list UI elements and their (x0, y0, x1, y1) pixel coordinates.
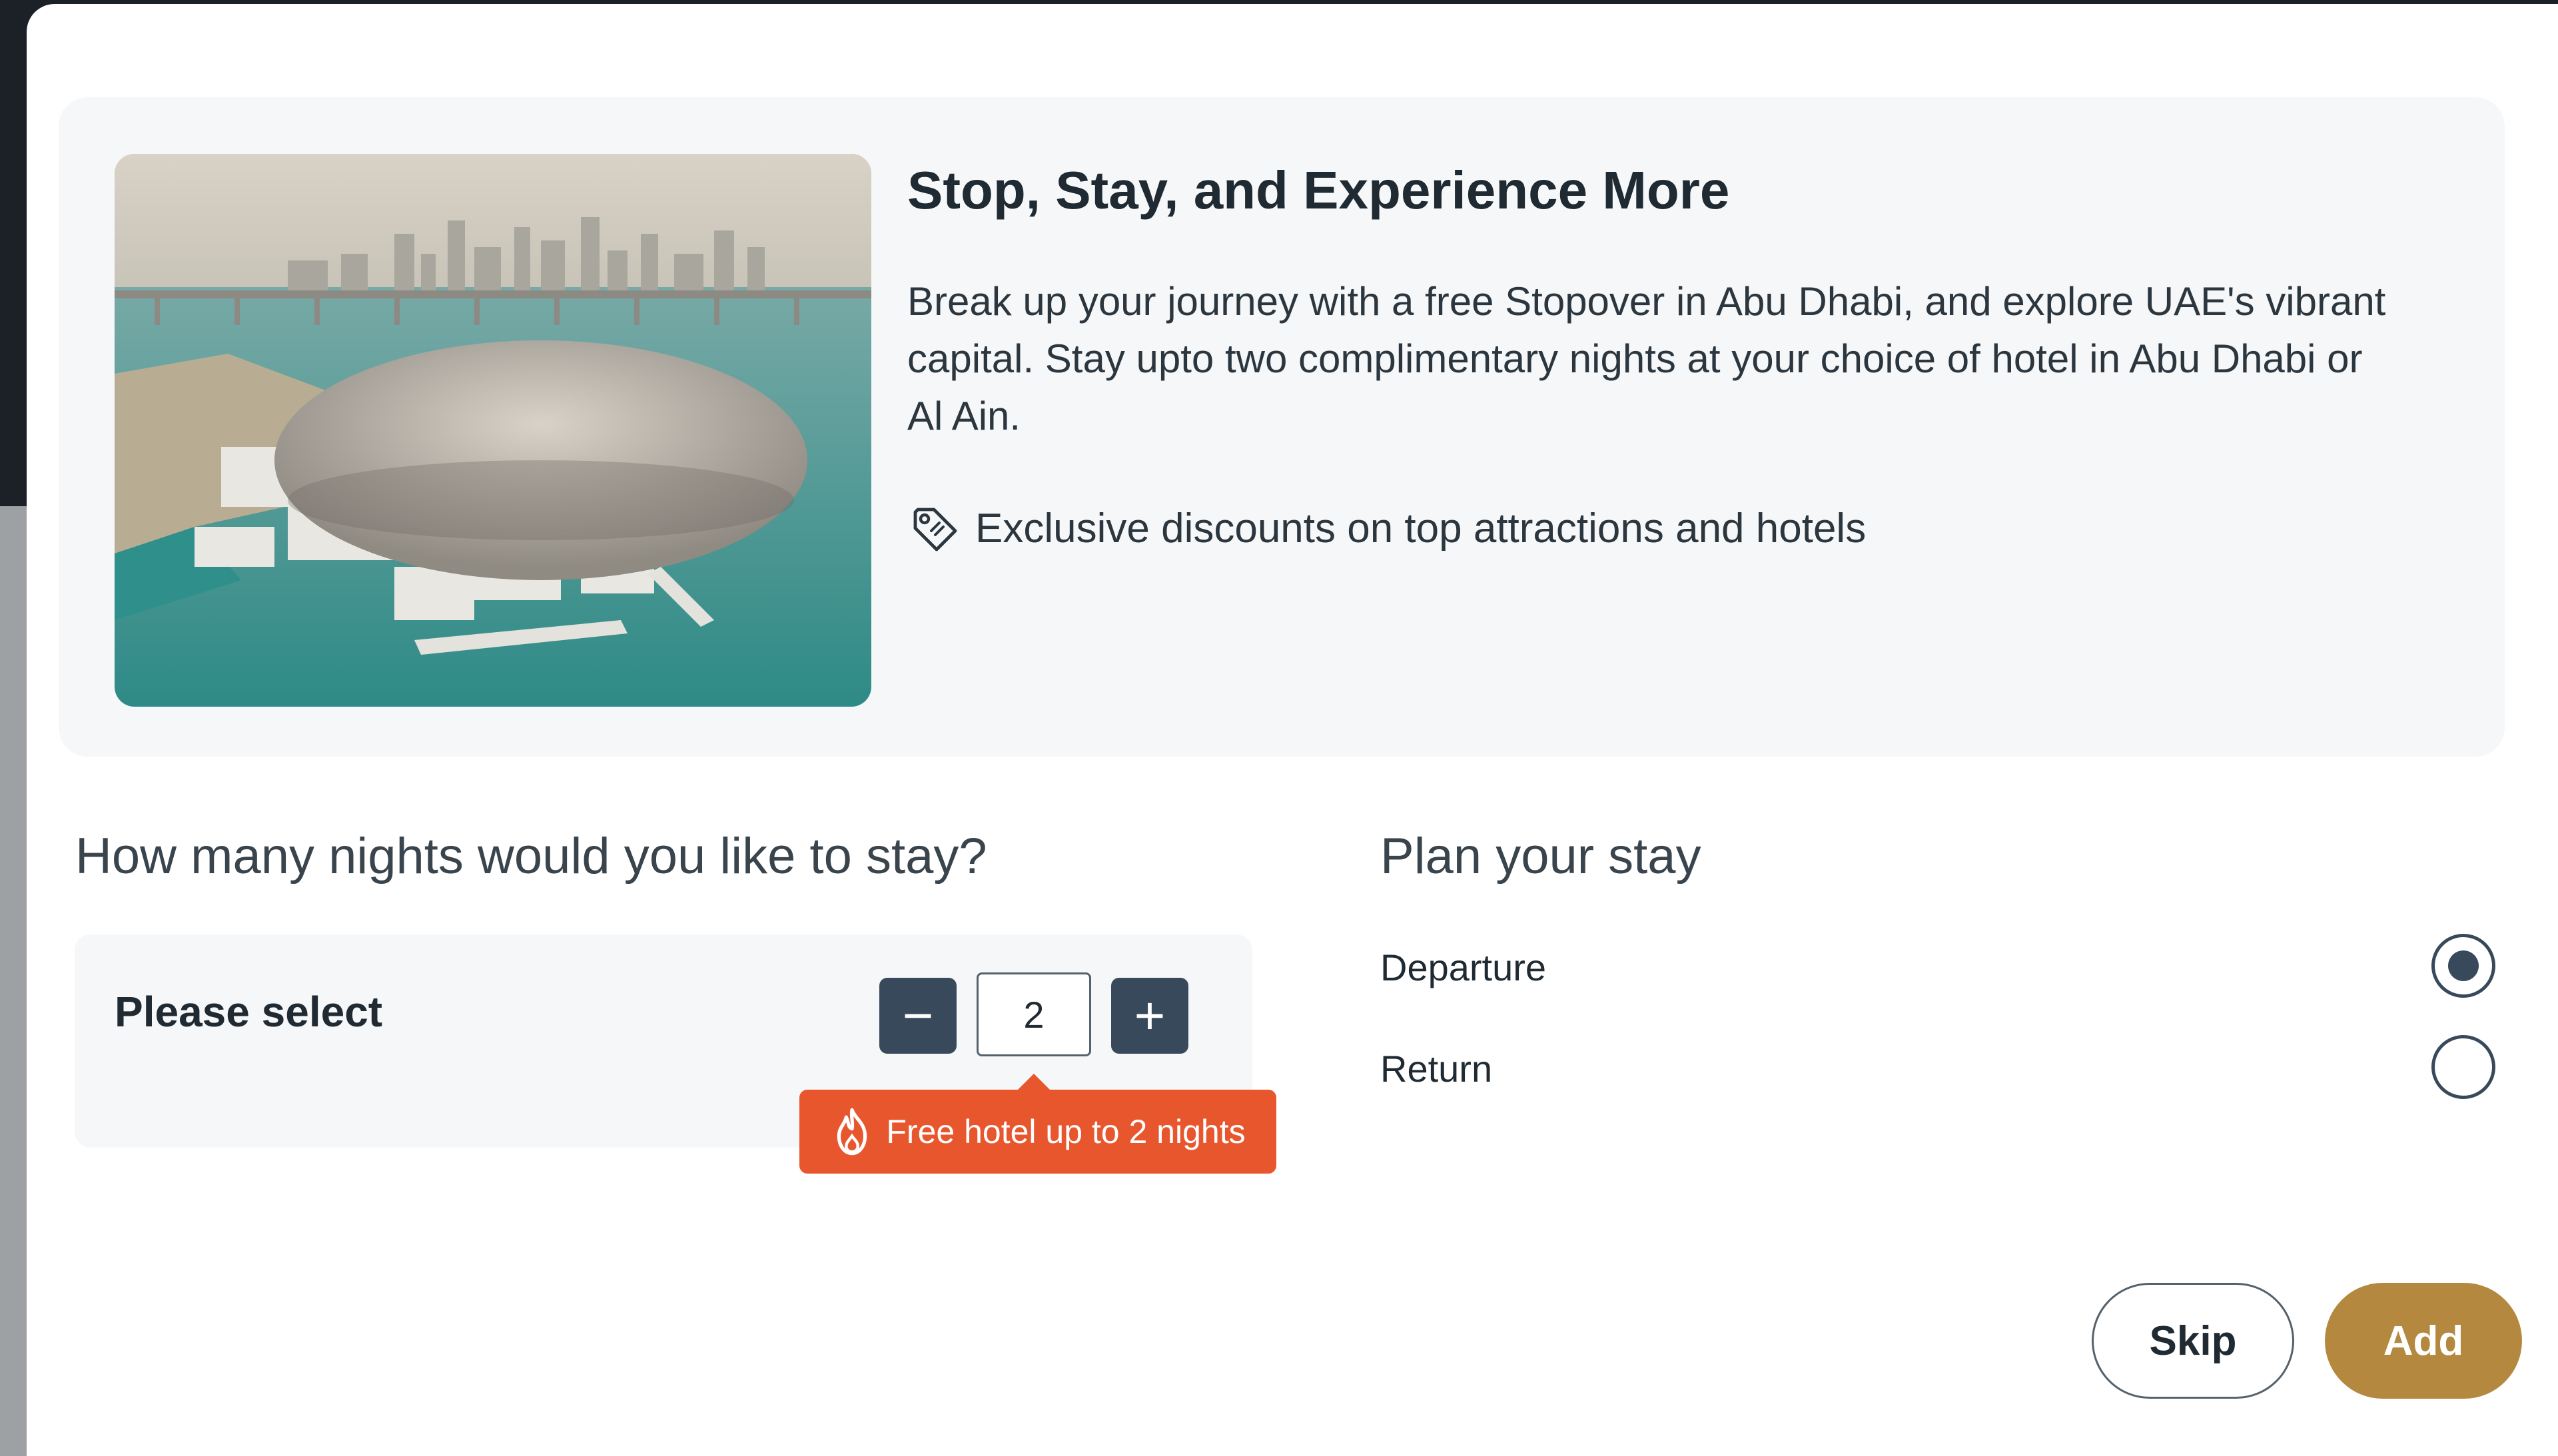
nights-select-label: Please select (115, 988, 383, 1036)
nights-decrement-button[interactable]: − (879, 978, 957, 1054)
nights-question: How many nights would you like to stay? (75, 828, 987, 885)
plus-icon: + (1134, 986, 1166, 1045)
perk-discounts: Exclusive discounts on top attractions a… (907, 498, 1866, 558)
plan-stay-title: Plan your stay (1380, 828, 1701, 885)
return-radio[interactable] (2431, 1035, 2495, 1099)
badge-pointer (1017, 1074, 1051, 1091)
tag-icon (913, 508, 957, 551)
louvre-abu-dhabi-image (115, 154, 871, 707)
skip-button[interactable]: Skip (2092, 1283, 2294, 1399)
nights-value-field[interactable]: 2 (977, 972, 1091, 1056)
departure-radio[interactable] (2431, 934, 2495, 998)
minus-icon: − (902, 986, 934, 1045)
flame-icon (837, 1108, 867, 1156)
free-hotel-badge: Free hotel up to 2 nights (799, 1090, 1276, 1174)
nights-increment-button[interactable]: + (1111, 978, 1188, 1054)
promo-description: Break up your journey with a free Stopov… (907, 279, 2386, 438)
free-hotel-badge-text: Free hotel up to 2 nights (886, 1113, 1246, 1150)
return-option-label[interactable]: Return (1380, 1047, 1492, 1090)
add-button[interactable]: Add (2325, 1283, 2522, 1399)
page-backdrop (0, 506, 27, 1456)
departure-option-label[interactable]: Departure (1380, 946, 1546, 989)
radio-selected-dot (2448, 950, 2479, 981)
perk-text: Exclusive discounts on top attractions a… (975, 505, 1867, 551)
promo-title: Stop, Stay, and Experience More (907, 161, 1730, 220)
